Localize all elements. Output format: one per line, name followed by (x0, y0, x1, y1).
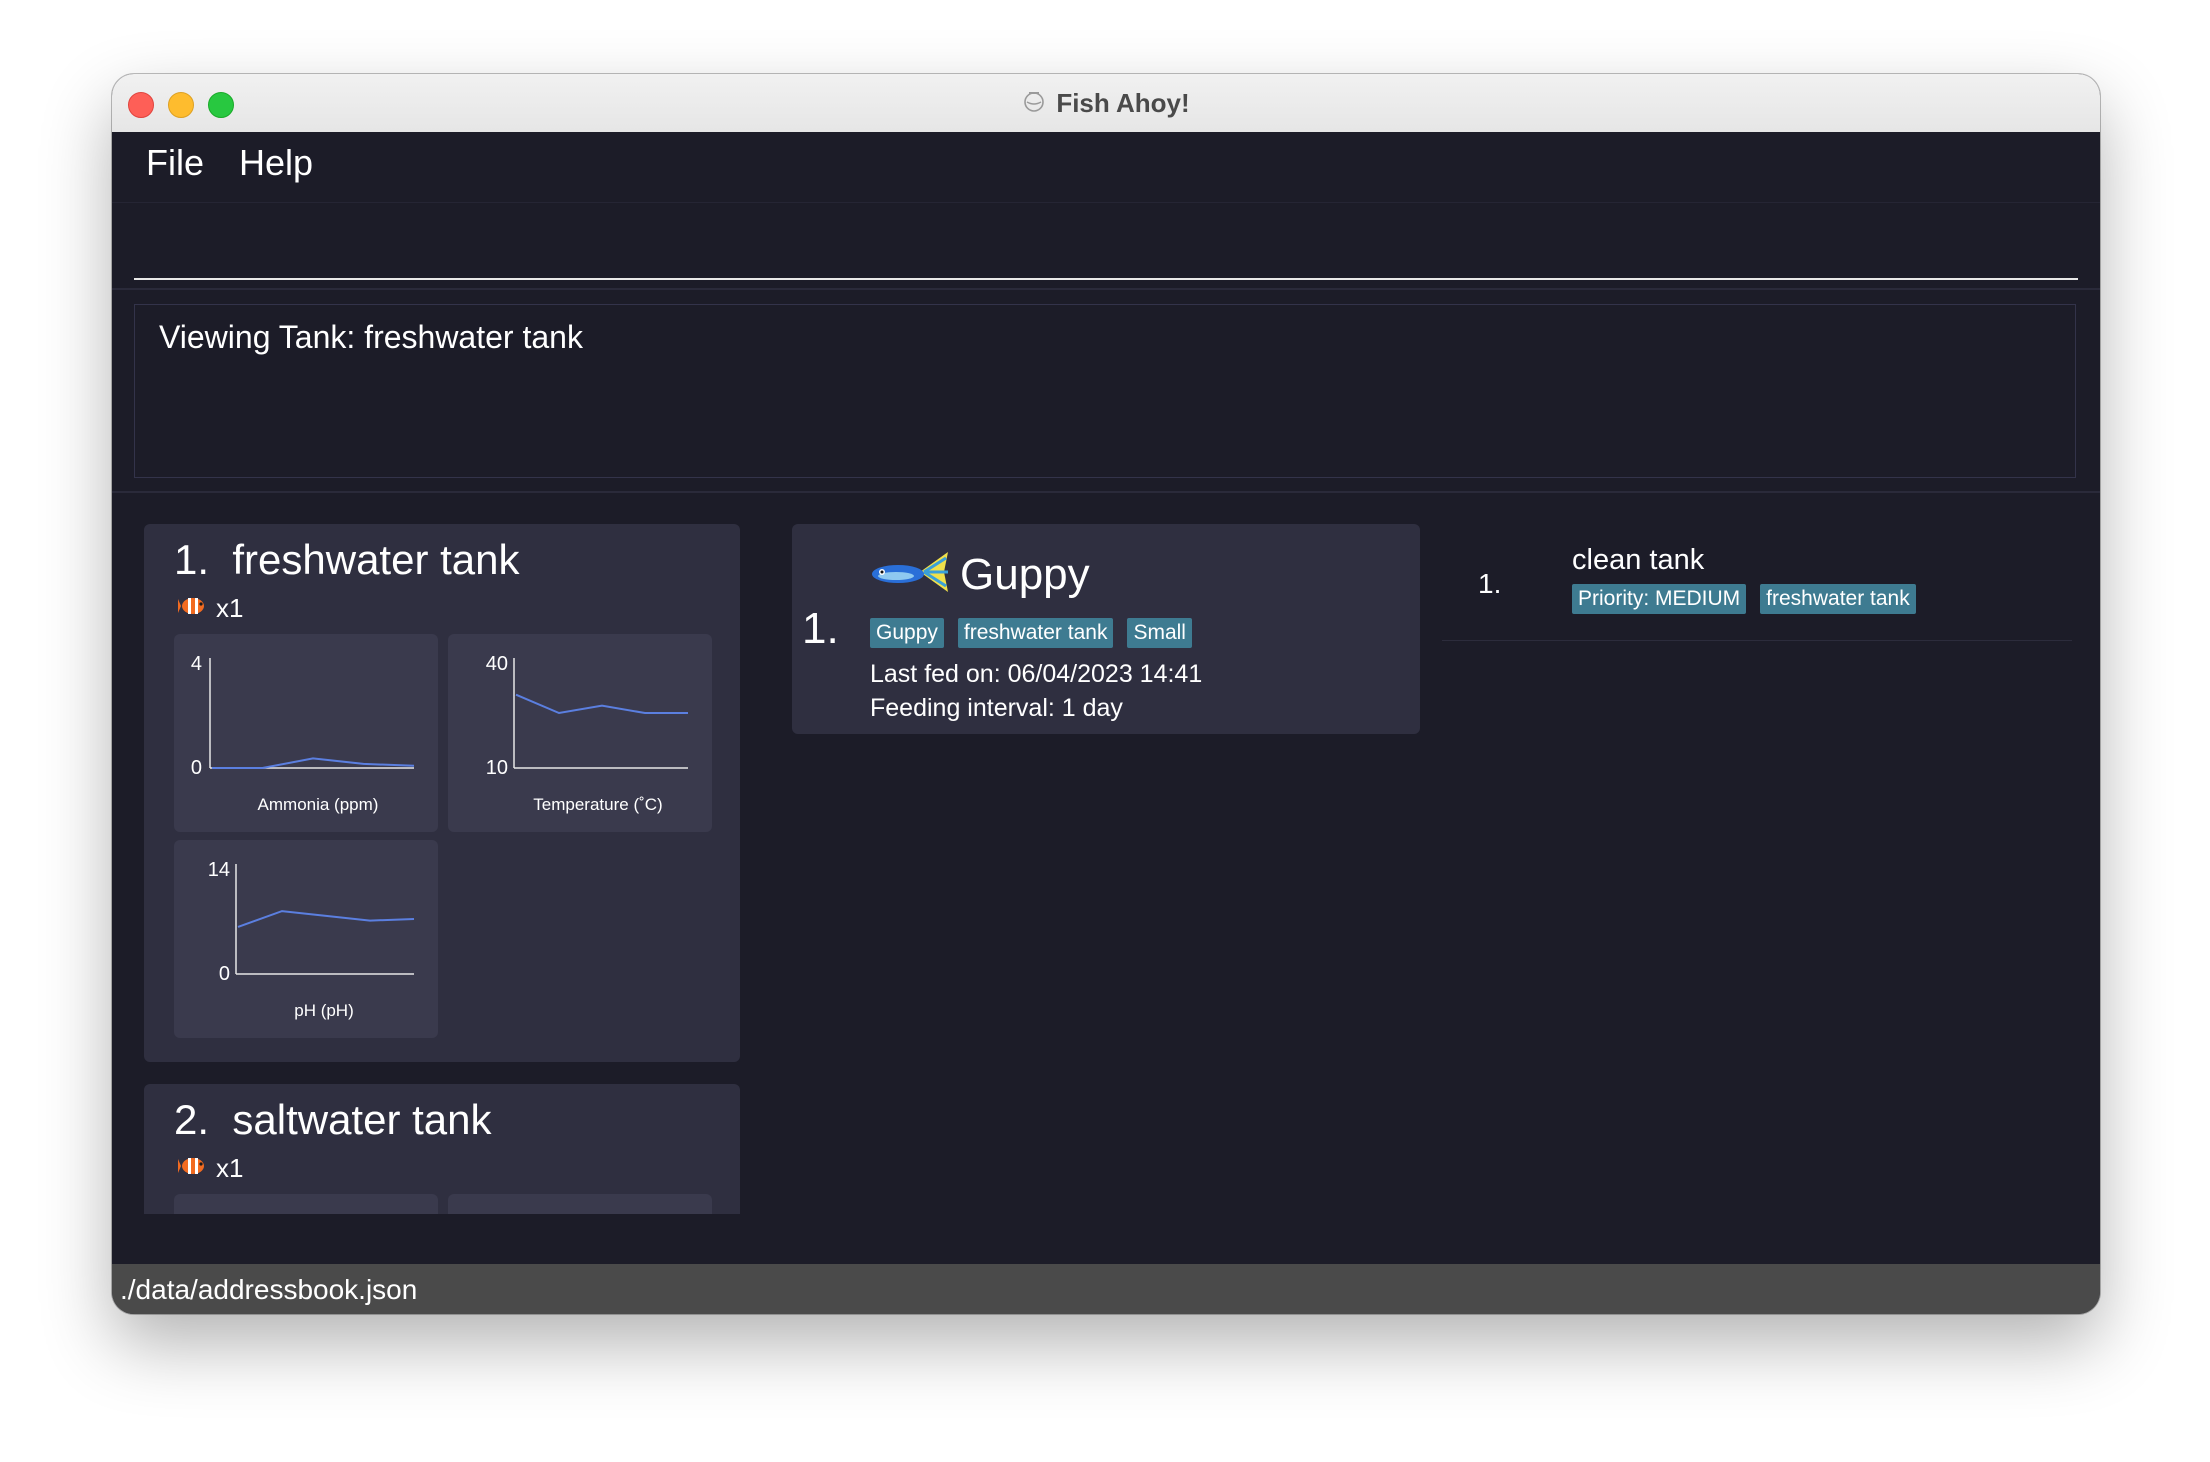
fishbowl-icon (1022, 89, 1046, 118)
temperature-axis-label: Temperature (˚C) (533, 795, 662, 814)
result-text: Viewing Tank: freshwater tank (159, 319, 583, 355)
task-item[interactable]: 1. clean tank Priority: MEDIUM freshwate… (1442, 524, 2072, 641)
task-tags: Priority: MEDIUM freshwater tank (1572, 584, 1916, 614)
ammonia-chart: 4 0 Ammonia (ppm) (174, 634, 438, 832)
task-name: clean tank (1572, 544, 1705, 576)
tank-title: 2. saltwater tank (174, 1096, 492, 1144)
app-window: Fish Ahoy! File Help Viewing Tank: fresh… (112, 74, 2100, 1314)
chart-ymax-label: 4 (191, 1213, 202, 1214)
section-divider (112, 491, 2100, 493)
fish-count: x1 (216, 593, 244, 623)
tank-card[interactable]: 2. saltwater tank x1 4 40 (144, 1084, 740, 1214)
temperature-chart: 40 (448, 1194, 712, 1214)
temperature-series-line (515, 693, 688, 715)
tank-fish-count: x1 (178, 1152, 243, 1185)
ammonia-ymin-label: 0 (191, 757, 202, 779)
fish-feeding-interval: Feeding interval: 1 day (870, 694, 1123, 722)
window-title: Fish Ahoy! (1056, 87, 1190, 118)
main-panel: 1. freshwater tank x1 4 0 Ammonia (ppm) … (112, 494, 2100, 1214)
chart-ymax-label: 40 (486, 1213, 508, 1214)
menu-file[interactable]: File (146, 142, 204, 184)
clownfish-icon (178, 1152, 208, 1185)
task-tank-tag: freshwater tank (1760, 584, 1916, 614)
title-bar[interactable]: Fish Ahoy! (112, 74, 2100, 133)
task-priority-tag: Priority: MEDIUM (1572, 584, 1747, 614)
fish-tag: Guppy (870, 618, 944, 648)
ammonia-series-line (212, 757, 415, 769)
fish-count: x1 (216, 1153, 244, 1183)
ph-ymax-label: 14 (208, 859, 230, 881)
status-file-path: ./data/addressbook.json (120, 1274, 418, 1305)
guppy-fish-icon (870, 548, 950, 601)
tank-name: freshwater tank (232, 536, 520, 583)
fish-card[interactable]: 1. Guppy Guppy freshwater tank Small Las… (792, 524, 1420, 734)
ammonia-ymax-label: 4 (191, 653, 202, 675)
tank-title: 1. freshwater tank (174, 536, 520, 584)
command-area (112, 202, 2100, 290)
fish-tags: Guppy freshwater tank Small (870, 618, 1192, 648)
fish-name: Guppy (960, 550, 1090, 599)
status-bar: ./data/addressbook.json (112, 1264, 2100, 1314)
tank-index: 2. (174, 1096, 210, 1143)
menu-bar: File Help (112, 132, 2100, 203)
tank-card[interactable]: 1. freshwater tank x1 4 0 Ammonia (ppm) … (144, 524, 740, 1062)
ph-chart: 14 0 pH (pH) (174, 840, 438, 1038)
ph-axis-label: pH (pH) (294, 1001, 354, 1020)
ammonia-chart: 4 (174, 1194, 438, 1214)
fish-tag: Small (1127, 618, 1192, 648)
clownfish-icon (178, 592, 208, 625)
menu-help[interactable]: Help (239, 142, 313, 184)
ammonia-axis-label: Ammonia (ppm) (258, 795, 379, 814)
ph-series-line (237, 910, 415, 928)
fish-last-fed: Last fed on: 06/04/2023 14:41 (870, 660, 1203, 688)
fish-tag: freshwater tank (957, 618, 1114, 648)
task-index: 1. (1478, 568, 1502, 599)
tank-index: 1. (174, 536, 210, 583)
temperature-ymin-label: 10 (486, 757, 508, 779)
result-display: Viewing Tank: freshwater tank (134, 304, 2076, 478)
tank-fish-count: x1 (178, 592, 243, 625)
fish-index: 1. (802, 604, 839, 653)
temperature-chart: 40 10 Temperature (˚C) (448, 634, 712, 832)
command-input[interactable] (134, 214, 2078, 280)
temperature-ymax-label: 40 (486, 653, 508, 675)
tank-name: saltwater tank (232, 1096, 492, 1143)
ph-ymin-label: 0 (219, 963, 230, 985)
